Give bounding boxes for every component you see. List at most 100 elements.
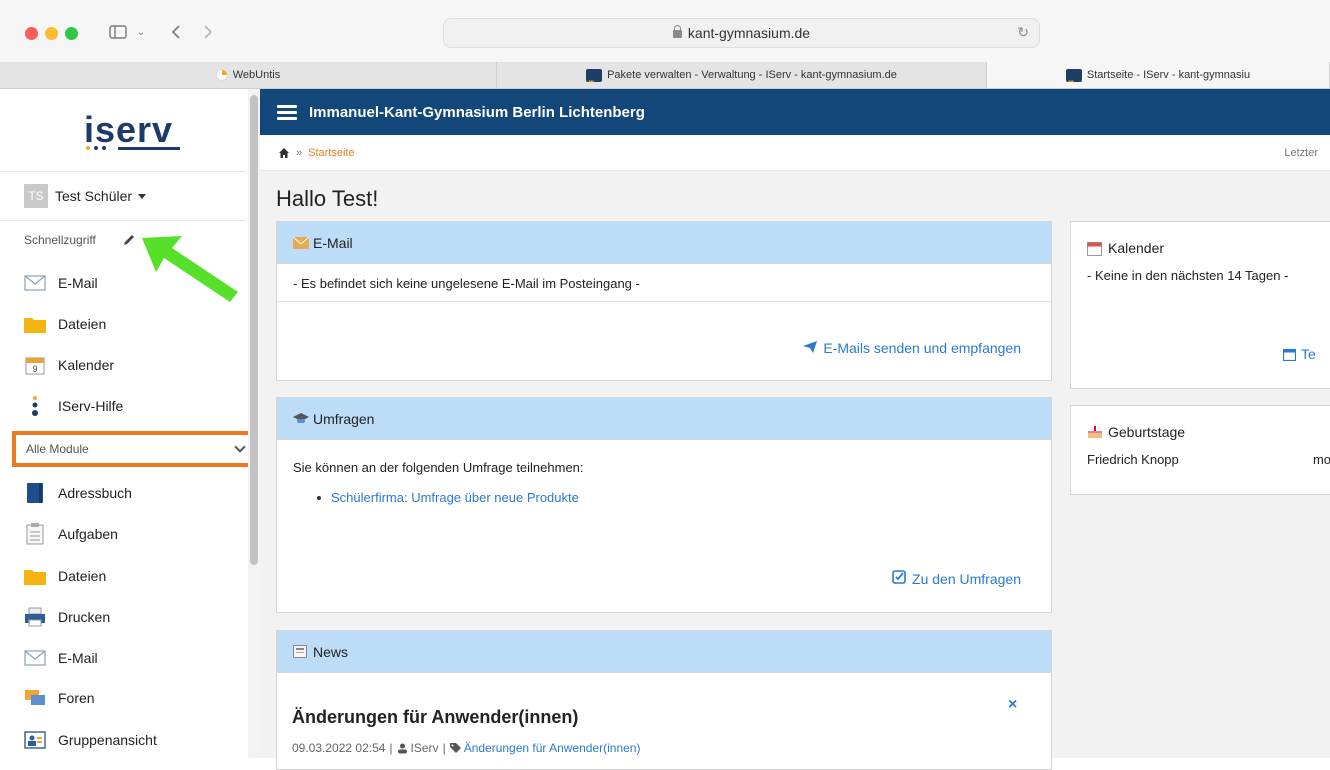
sidebar-item-foren[interactable]: Foren — [24, 686, 95, 710]
folder-icon — [24, 567, 46, 585]
sidebar-item-dateien-module[interactable]: Dateien — [24, 564, 106, 588]
sidebar-item-adressbuch[interactable]: Adressbuch — [24, 481, 132, 505]
sidebar-item-label: Aufgaben — [58, 526, 118, 542]
close-icon[interactable]: × — [1008, 696, 1017, 714]
scrollbar-thumb[interactable] — [250, 95, 258, 565]
calendar-widget-message: - Keine in den nächsten 14 Tagen - — [1087, 268, 1289, 283]
tab-label: WebUntis — [232, 69, 281, 81]
modules-select[interactable]: Alle Module — [12, 431, 260, 467]
tab-webuntis[interactable]: WebUntis — [0, 62, 497, 88]
chevron-down-icon — [234, 441, 246, 453]
news-article-meta: 09.03.2022 02:54 | IServ | Änderungen fü… — [292, 741, 640, 755]
calendar-widget-link[interactable]: Te — [1283, 346, 1316, 362]
help-icon — [24, 396, 46, 416]
news-panel-header: News — [277, 631, 1051, 673]
sidebar-item-label: Gruppenansicht — [58, 732, 157, 748]
newspaper-icon — [293, 645, 309, 659]
sidebar-item-label: IServ-Hilfe — [58, 398, 124, 414]
calendar-widget: Kalender - Keine in den nächsten 14 Tage… — [1070, 221, 1330, 389]
sidebar-item-label: Kalender — [58, 357, 115, 373]
sidebar-item-email-module[interactable]: E-Mail — [24, 646, 98, 670]
sidebar-item-gruppenansicht[interactable]: Gruppenansicht — [24, 728, 157, 752]
sidebar-item-email[interactable]: E-Mail — [24, 271, 98, 295]
printer-icon — [24, 607, 46, 627]
sidebar-item-kalender[interactable]: 9 Kalender — [24, 353, 114, 377]
sidebar-item-label: E-Mail — [58, 650, 98, 666]
tab-label: Startseite - IServ - kant-gymnasiu — [1086, 69, 1251, 81]
tasks-icon — [24, 523, 46, 545]
surveys-link[interactable]: Zu den Umfragen — [892, 570, 1021, 587]
zoom-window-button[interactable] — [65, 27, 78, 40]
survey-panel-header: Umfragen — [277, 398, 1051, 440]
birthday-row: Friedrich Knopp mo — [1071, 446, 1330, 473]
addressbook-icon — [24, 483, 46, 503]
sidebar-item-iserv-hilfe[interactable]: IServ-Hilfe — [24, 394, 123, 418]
reload-icon[interactable]: ↻ — [1017, 24, 1029, 41]
email-panel-message: - Es befindet sich keine ungelesene E-Ma… — [277, 264, 1051, 302]
tag-icon — [449, 742, 461, 753]
birthdays-widget-header: Geburtstage — [1071, 406, 1330, 446]
email-send-receive-link[interactable]: E-Mails senden und empfangen — [803, 340, 1021, 356]
birthday-name: Friedrich Knopp — [1087, 452, 1179, 467]
birthdays-widget-title: Geburtstage — [1108, 424, 1186, 440]
user-menu[interactable]: TS Test Schüler — [0, 171, 245, 221]
birthdays-widget: Geburtstage Friedrich Knopp mo — [1070, 405, 1330, 495]
user-icon — [397, 743, 407, 753]
sidebar-scrollbar[interactable] — [248, 89, 260, 758]
mail-icon — [24, 649, 46, 667]
survey-list-item[interactable]: Schülerfirma: Umfrage über neue Produkte — [317, 490, 579, 505]
address-bar[interactable]: kant-gymnasium.de ↻ — [443, 18, 1040, 48]
iserv-favicon-icon — [1065, 68, 1082, 85]
birthday-date: mo — [1312, 452, 1330, 467]
sidebar-item-label: Drucken — [58, 609, 111, 625]
email-panel-title: E-Mail — [313, 234, 353, 251]
tab-startseite[interactable]: Startseite - IServ - kant-gymnasiu — [987, 62, 1330, 88]
chevron-down-icon[interactable]: ⌄ — [133, 18, 149, 46]
news-tag-link[interactable]: Änderungen für Anwender(innen) — [464, 741, 641, 755]
news-panel-title: News — [313, 643, 349, 660]
forward-button[interactable] — [198, 18, 218, 46]
sidebar-item-label: Dateien — [58, 568, 107, 584]
iserv-logo[interactable]: iserv — [84, 109, 173, 151]
sidebar-item-dateien[interactable]: Dateien — [24, 312, 106, 336]
minimize-window-button[interactable] — [45, 27, 58, 40]
home-icon[interactable] — [278, 147, 290, 159]
survey-link: Schülerfirma: Umfrage über neue Produkte — [331, 490, 579, 505]
calendar-icon: 9 — [24, 356, 46, 375]
sidebar-item-drucken[interactable]: Drucken — [24, 605, 110, 629]
check-square-icon — [892, 570, 906, 587]
sidebar-item-label: Foren — [58, 690, 95, 706]
sidebar-item-label: Adressbuch — [58, 485, 132, 501]
bullet — [317, 495, 321, 500]
sidebar-item-aufgaben[interactable]: Aufgaben — [24, 522, 118, 546]
meta-divider: | — [442, 741, 446, 755]
breadcrumb-current[interactable]: Startseite — [308, 147, 354, 159]
iserv-favicon-icon — [586, 68, 603, 85]
close-window-button[interactable] — [25, 27, 38, 40]
envelope-icon — [293, 236, 309, 250]
calendar-small-icon — [1283, 348, 1296, 361]
url-text: kant-gymnasium.de — [687, 25, 811, 41]
caret-down-icon — [138, 193, 147, 199]
menu-icon[interactable] — [277, 104, 297, 120]
group-icon — [24, 731, 46, 749]
email-panel-header: E-Mail — [277, 222, 1051, 264]
logo-dots — [86, 146, 106, 150]
pencil-icon[interactable] — [122, 233, 136, 247]
surveys-link-label: Zu den Umfragen — [912, 570, 1021, 587]
breadcrumb-separator: » — [296, 146, 303, 159]
email-link-label: E-Mails senden und empfangen — [823, 340, 1021, 356]
tab-pakete-verwalten[interactable]: Pakete verwalten - Verwaltung - IServ - … — [497, 62, 987, 88]
news-date: 09.03.2022 02:54 — [292, 741, 386, 755]
sidebar: iserv TS Test Schüler Schnellzugriff E-M… — [0, 89, 260, 758]
logo-underline — [118, 147, 180, 150]
back-button[interactable] — [166, 18, 186, 46]
breadcrumb: » Startseite Letzter — [260, 135, 1330, 171]
forum-icon — [24, 689, 46, 707]
news-article-title[interactable]: Änderungen für Anwender(innen) — [292, 707, 578, 728]
graduation-cap-icon — [293, 412, 309, 426]
svg-text:9: 9 — [32, 364, 37, 374]
green-arrow-annotation — [142, 236, 238, 302]
sidebar-toggle-icon[interactable] — [103, 18, 133, 46]
user-name: Test Schüler — [55, 188, 133, 204]
